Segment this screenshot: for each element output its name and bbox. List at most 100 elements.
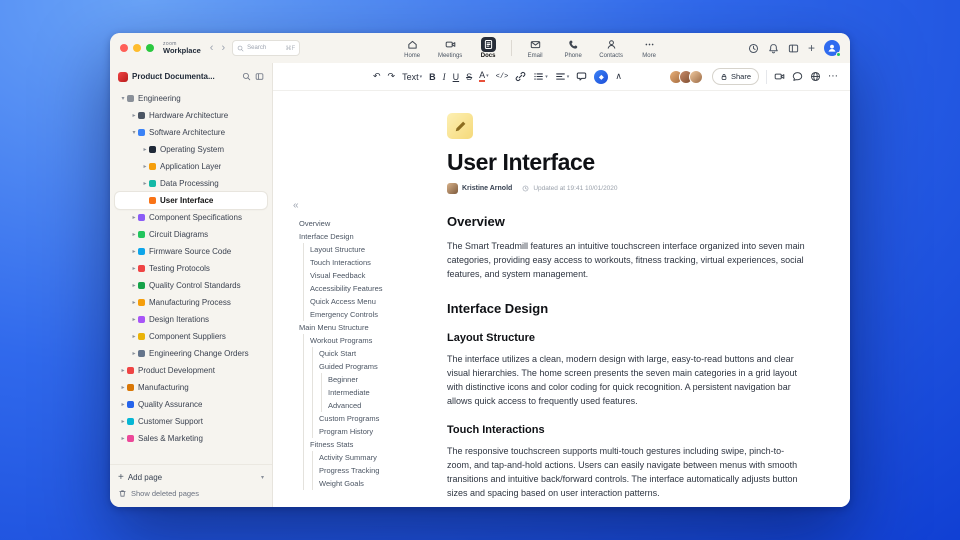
- forward-button[interactable]: ›: [220, 42, 226, 54]
- share-button[interactable]: Share: [711, 68, 759, 85]
- outline-item-accessibility-features[interactable]: Accessibility Features: [291, 282, 449, 295]
- user-avatar[interactable]: [824, 40, 841, 57]
- chat-icon[interactable]: [792, 71, 803, 82]
- outline-item-fitness-stats[interactable]: Fitness Stats: [291, 438, 449, 451]
- toggle-panel-icon[interactable]: [788, 43, 799, 54]
- outline-item-advanced[interactable]: Advanced: [291, 399, 449, 412]
- code-button[interactable]: </>: [496, 73, 509, 81]
- minimize-window-button[interactable]: [133, 44, 141, 52]
- tab-contacts[interactable]: Contacts: [593, 36, 629, 60]
- outline-item-quick-access-menu[interactable]: Quick Access Menu: [291, 295, 449, 308]
- tab-docs[interactable]: Docs: [470, 36, 506, 60]
- outline-item-progress-tracking[interactable]: Progress Tracking: [291, 464, 449, 477]
- outline-item-touch-interactions[interactable]: Touch Interactions: [291, 256, 449, 269]
- chevron-right-icon[interactable]: ▸: [130, 112, 138, 119]
- text-color-dropdown[interactable]: A ▾: [479, 70, 489, 83]
- sidebar-page-operating-system[interactable]: ▸ Operating System: [115, 141, 267, 158]
- comment-button[interactable]: [576, 71, 587, 82]
- outline-item-weight-goals[interactable]: Weight Goals: [291, 477, 449, 490]
- section-subheading[interactable]: Layout Structure: [447, 332, 805, 344]
- outline-item-activity-summary[interactable]: Activity Summary: [291, 451, 449, 464]
- align-dropdown[interactable]: ▾: [555, 71, 569, 82]
- outline-item-emergency-controls[interactable]: Emergency Controls: [291, 308, 449, 321]
- ai-companion-button[interactable]: ◆: [594, 69, 609, 84]
- history-icon[interactable]: [748, 43, 759, 54]
- section-paragraph[interactable]: The responsive touchscreen supports mult…: [447, 444, 805, 500]
- collapse-sidebar-icon[interactable]: [255, 72, 264, 81]
- underline-button[interactable]: U: [453, 72, 460, 82]
- chevron-down-icon[interactable]: ▾: [119, 95, 127, 102]
- sidebar-page-manufacturing[interactable]: ▸ Manufacturing: [115, 379, 267, 396]
- sidebar-page-software-architecture[interactable]: ▾ Software Architecture: [115, 124, 267, 141]
- add-page-button[interactable]: + Add page ▾: [118, 469, 264, 485]
- outline-item-overview[interactable]: Overview: [291, 217, 449, 230]
- chevron-down-icon[interactable]: ▾: [130, 129, 138, 136]
- chevron-right-icon[interactable]: ▸: [130, 282, 138, 289]
- new-item-button[interactable]: +: [808, 42, 815, 54]
- outline-item-program-history[interactable]: Program History: [291, 425, 449, 438]
- sidebar-page-user-interface[interactable]: User Interface: [115, 192, 267, 209]
- chevron-right-icon[interactable]: ▸: [119, 435, 127, 442]
- sidebar-page-component-specifications[interactable]: ▸ Component Specifications: [115, 209, 267, 226]
- chevron-right-icon[interactable]: ▸: [130, 299, 138, 306]
- chevron-right-icon[interactable]: ▸: [130, 231, 138, 238]
- sidebar-page-sales-marketing[interactable]: ▸ Sales & Marketing: [115, 430, 267, 447]
- section-subheading[interactable]: Touch Interactions: [447, 424, 805, 436]
- sidebar-page-quality-assurance[interactable]: ▸ Quality Assurance: [115, 396, 267, 413]
- chevron-right-icon[interactable]: ▸: [141, 180, 149, 187]
- collapse-outline-icon[interactable]: «: [293, 201, 449, 211]
- sidebar-page-circuit-diagrams[interactable]: ▸ Circuit Diagrams: [115, 226, 267, 243]
- chevron-right-icon[interactable]: ▸: [130, 214, 138, 221]
- section-paragraph[interactable]: The Smart Treadmill features an intuitiv…: [447, 239, 805, 281]
- maximize-window-button[interactable]: [146, 44, 154, 52]
- collapse-toolbar-button[interactable]: ∧: [615, 71, 622, 82]
- chevron-right-icon[interactable]: ▸: [119, 418, 127, 425]
- chevron-right-icon[interactable]: ▸: [141, 146, 149, 153]
- sidebar-page-component-suppliers[interactable]: ▸ Component Suppliers: [115, 328, 267, 345]
- sidebar-page-hardware-architecture[interactable]: ▸ Hardware Architecture: [115, 107, 267, 124]
- link-button[interactable]: [515, 71, 526, 82]
- bold-button[interactable]: B: [429, 72, 436, 82]
- text-style-dropdown[interactable]: Text ▾: [402, 72, 422, 82]
- sidebar-search-icon[interactable]: [242, 72, 251, 81]
- chevron-right-icon[interactable]: ▸: [130, 350, 138, 357]
- chevron-right-icon[interactable]: ▸: [119, 401, 127, 408]
- sidebar-page-firmware-source-code[interactable]: ▸ Firmware Source Code: [115, 243, 267, 260]
- sidebar-page-quality-control-standards[interactable]: ▸ Quality Control Standards: [115, 277, 267, 294]
- outline-item-intermediate[interactable]: Intermediate: [291, 386, 449, 399]
- section-paragraph[interactable]: The interface utilizes a clean, modern d…: [447, 352, 805, 408]
- close-window-button[interactable]: [120, 44, 128, 52]
- list-dropdown[interactable]: ▾: [533, 71, 548, 82]
- sidebar-page-engineering[interactable]: ▾ Engineering: [115, 90, 267, 107]
- outline-item-layout-structure[interactable]: Layout Structure: [291, 243, 449, 256]
- chevron-right-icon[interactable]: ▸: [130, 265, 138, 272]
- sidebar-page-engineering-change-orders[interactable]: ▸ Engineering Change Orders: [115, 345, 267, 362]
- chevron-down-icon[interactable]: ▾: [261, 474, 264, 481]
- global-search-input[interactable]: Search ⌘F: [232, 40, 301, 56]
- document-title[interactable]: User Interface: [447, 149, 805, 176]
- more-options-button[interactable]: ⋯: [828, 71, 838, 82]
- sidebar-page-design-iterations[interactable]: ▸ Design Iterations: [115, 311, 267, 328]
- section-heading[interactable]: Overview: [447, 214, 805, 229]
- outline-item-beginner[interactable]: Beginner: [291, 373, 449, 386]
- notifications-icon[interactable]: [768, 43, 779, 54]
- tab-meetings[interactable]: Meetings: [432, 36, 468, 60]
- italic-button[interactable]: I: [443, 72, 446, 82]
- tab-phone[interactable]: Phone: [555, 36, 591, 60]
- sidebar-page-manufacturing-process[interactable]: ▸ Manufacturing Process: [115, 294, 267, 311]
- tab-email[interactable]: Email: [517, 36, 553, 60]
- outline-item-visual-feedback[interactable]: Visual Feedback: [291, 269, 449, 282]
- sidebar-page-customer-support[interactable]: ▸ Customer Support: [115, 413, 267, 430]
- document[interactable]: User Interface Kristine Arnold Updated a…: [447, 91, 805, 500]
- web-icon[interactable]: [810, 71, 821, 82]
- show-deleted-pages-button[interactable]: Show deleted pages: [118, 485, 264, 501]
- tab-more[interactable]: More: [631, 36, 667, 60]
- chevron-right-icon[interactable]: ▸: [130, 333, 138, 340]
- outline-item-quick-start[interactable]: Quick Start: [291, 347, 449, 360]
- sidebar-page-data-processing[interactable]: ▸ Data Processing: [115, 175, 267, 192]
- chevron-right-icon[interactable]: ▸: [141, 163, 149, 170]
- section-heading[interactable]: Interface Design: [447, 301, 805, 316]
- undo-button[interactable]: ↶: [373, 71, 381, 82]
- redo-button[interactable]: ↷: [388, 71, 396, 82]
- outline-item-guided-programs[interactable]: Guided Programs: [291, 360, 449, 373]
